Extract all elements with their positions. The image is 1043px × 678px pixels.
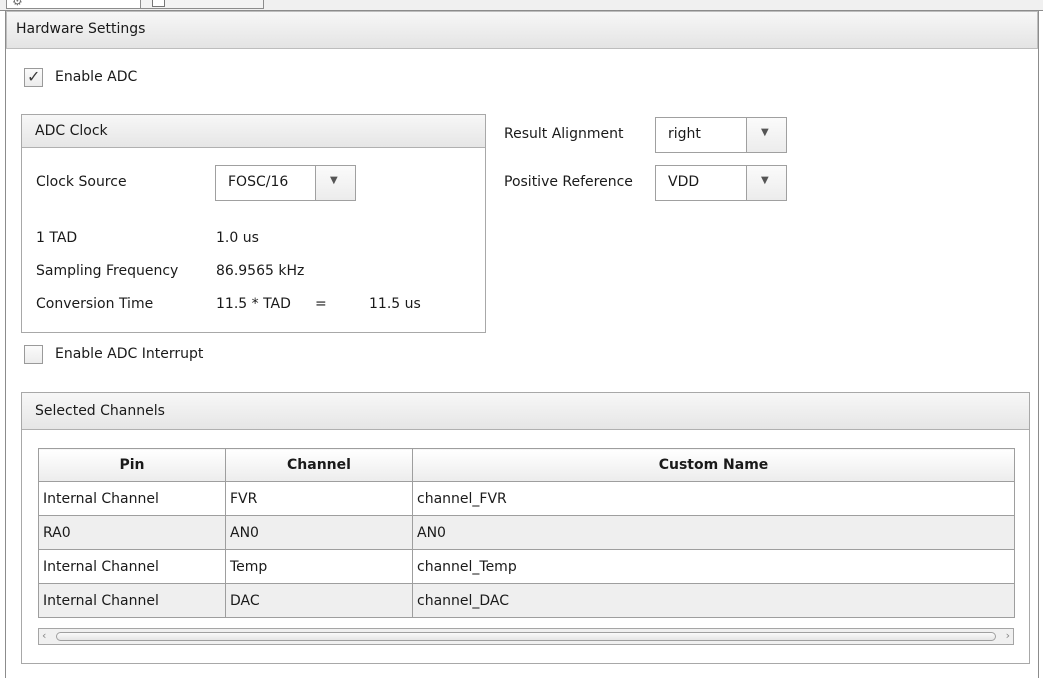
- selected-channels-title: Selected Channels: [35, 403, 165, 419]
- conversion-time-expression: 11.5 * TAD: [216, 296, 291, 312]
- cell-pin[interactable]: Internal Channel: [38, 481, 226, 516]
- cell-custom-name[interactable]: channel_FVR: [412, 481, 1015, 516]
- result-alignment-select[interactable]: right ▼: [655, 117, 787, 153]
- clock-source-label: Clock Source: [36, 174, 127, 190]
- result-alignment-dropdown-button[interactable]: ▼: [746, 118, 786, 152]
- result-alignment-label: Result Alignment: [504, 126, 624, 142]
- scroll-right-icon[interactable]: ›: [1006, 629, 1010, 642]
- tad-label: 1 TAD: [36, 230, 78, 246]
- cell-pin[interactable]: Internal Channel: [38, 549, 226, 584]
- column-header-custom-name[interactable]: Custom Name: [412, 448, 1015, 482]
- dropdown-arrow-icon: ▼: [330, 175, 338, 186]
- gear-icon: ⚙: [12, 0, 23, 8]
- tad-value: 1.0 us: [216, 230, 259, 246]
- dropdown-arrow-icon: ▼: [761, 127, 769, 138]
- cell-custom-name[interactable]: channel_DAC: [412, 583, 1015, 618]
- cell-pin[interactable]: RA0: [38, 515, 226, 550]
- hardware-settings-title: Hardware Settings: [16, 21, 146, 37]
- cell-custom-name[interactable]: channel_Temp: [412, 549, 1015, 584]
- check-icon: ✓: [27, 67, 41, 86]
- channels-table: Pin Channel Custom Name Internal Channel…: [38, 448, 1015, 618]
- sampling-frequency-label: Sampling Frequency: [36, 263, 179, 279]
- clock-source-dropdown-button[interactable]: ▼: [315, 166, 355, 200]
- scrollbar-thumb[interactable]: [56, 632, 996, 641]
- conversion-time-equals: =: [315, 296, 327, 312]
- column-header-pin[interactable]: Pin: [38, 448, 226, 482]
- cell-channel[interactable]: Temp: [225, 549, 413, 584]
- positive-reference-select[interactable]: VDD ▼: [655, 165, 787, 201]
- table-header-row: Pin Channel Custom Name: [38, 448, 1015, 482]
- adc-clock-title: ADC Clock: [35, 123, 108, 139]
- result-alignment-value: right: [668, 126, 701, 142]
- register-icon: [152, 0, 165, 7]
- dropdown-arrow-icon: ▼: [761, 175, 769, 186]
- conversion-time-label: Conversion Time: [36, 296, 154, 312]
- clock-source-value: FOSC/16: [228, 174, 289, 190]
- cell-custom-name[interactable]: AN0: [412, 515, 1015, 550]
- cell-channel[interactable]: DAC: [225, 583, 413, 618]
- column-header-channel[interactable]: Channel: [225, 448, 413, 482]
- adc-clock-header: ADC Clock: [22, 115, 485, 148]
- conversion-time-value: 11.5 us: [369, 296, 421, 312]
- horizontal-scrollbar[interactable]: ‹ ›: [38, 628, 1014, 645]
- enable-adc-interrupt-label: Enable ADC Interrupt: [55, 346, 204, 362]
- enable-adc-label: Enable ADC: [55, 69, 138, 85]
- selected-channels-header: Selected Channels: [22, 393, 1029, 430]
- table-row[interactable]: RA0 AN0 AN0: [38, 515, 1015, 550]
- cell-pin[interactable]: Internal Channel: [38, 583, 226, 618]
- positive-reference-label: Positive Reference: [504, 174, 633, 190]
- scroll-left-icon[interactable]: ‹: [42, 629, 46, 642]
- positive-reference-value: VDD: [668, 174, 700, 190]
- table-row[interactable]: Internal Channel Temp channel_Temp: [38, 549, 1015, 584]
- hardware-settings-header[interactable]: Hardware Settings: [6, 11, 1038, 49]
- tab-easy-setup[interactable]: [6, 0, 142, 9]
- enable-adc-checkbox[interactable]: ✓: [24, 67, 43, 87]
- positive-reference-dropdown-button[interactable]: ▼: [746, 166, 786, 200]
- cell-channel[interactable]: FVR: [225, 481, 413, 516]
- clock-source-select[interactable]: FOSC/16 ▼: [215, 165, 356, 201]
- enable-adc-interrupt-checkbox[interactable]: [24, 345, 43, 364]
- table-row[interactable]: Internal Channel FVR channel_FVR: [38, 481, 1015, 516]
- sampling-frequency-value: 86.9565 kHz: [216, 263, 305, 279]
- cell-channel[interactable]: AN0: [225, 515, 413, 550]
- table-row[interactable]: Internal Channel DAC channel_DAC: [38, 583, 1015, 618]
